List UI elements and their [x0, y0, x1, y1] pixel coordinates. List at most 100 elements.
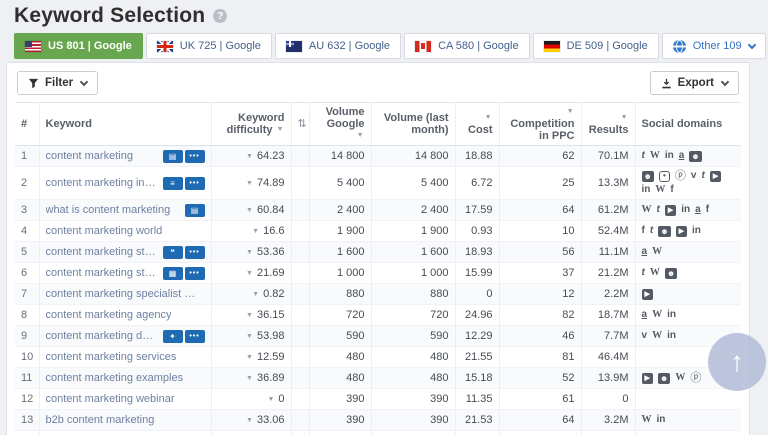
- keyword-link[interactable]: content marketing: [46, 150, 133, 162]
- competition-value: 25: [499, 166, 582, 200]
- keyword-selection-screen: Keyword Selection US 801 | Google UK 725…: [0, 0, 768, 435]
- tab-label: UK 725 | Google: [179, 40, 261, 52]
- keyword-link[interactable]: content marketing agency: [46, 309, 172, 321]
- volume-value: 2 400: [309, 199, 372, 221]
- keyword-link[interactable]: content marketing institute: [46, 177, 159, 189]
- snippet-badge-icon[interactable]: ▤: [162, 149, 183, 163]
- volume-last-value: 14 800: [371, 145, 456, 167]
- filter-dropdown-icon[interactable]: ▼: [357, 130, 364, 142]
- cost-value: 18.93: [455, 241, 500, 263]
- col-header-cost[interactable]: ▼ Cost: [455, 102, 500, 146]
- table-toolbar: Filter Export: [15, 63, 741, 102]
- reddit-icon: ☻: [658, 225, 671, 237]
- keyword-row: 9 content marketing definition ✦••• ▼53.…: [15, 325, 741, 347]
- col-header-results[interactable]: ▼ Results: [581, 102, 636, 146]
- col-header-volume[interactable]: Volume Google ▼: [309, 102, 372, 146]
- results-value: 61.2M: [581, 199, 636, 221]
- export-button[interactable]: Export: [649, 71, 739, 95]
- volume-last-value: 2 400: [371, 199, 456, 221]
- social-icons: a Win: [642, 309, 736, 321]
- filter-dropdown-icon[interactable]: ▼: [567, 106, 574, 118]
- keyword-row: 8 content marketing agency ▼ 36.15 720 72…: [15, 304, 741, 326]
- globe-flag-icon: [672, 39, 686, 53]
- filter-dropdown-icon[interactable]: ▼: [277, 124, 284, 136]
- row-number: 14: [15, 430, 40, 435]
- keywords-table: # Keyword Keyword difficulty ▼ ⇅ Volume …: [15, 102, 741, 435]
- col-header-keyword[interactable]: Keyword: [39, 102, 212, 146]
- keyword-link[interactable]: content marketing strategies: [46, 246, 159, 258]
- youtube-icon: ▶: [664, 204, 677, 216]
- chevron-down-icon: [747, 40, 756, 49]
- chat-badge-icon[interactable]: ❝: [162, 245, 183, 259]
- wikipedia-icon: W: [652, 330, 663, 341]
- col-header-social[interactable]: Social domains: [635, 102, 741, 146]
- competition-value: 10: [499, 220, 582, 242]
- filter-button[interactable]: Filter: [17, 71, 99, 95]
- results-value: 16.4M: [581, 430, 636, 435]
- linkedin-icon: in: [656, 414, 666, 425]
- competition-value: 61: [499, 388, 582, 410]
- tab-uk[interactable]: UK 725 | Google: [145, 33, 272, 59]
- sort-icon[interactable]: ⇅: [298, 118, 307, 130]
- keyword-link[interactable]: what is content marketing: [46, 204, 171, 216]
- competition-value: 80: [499, 430, 582, 435]
- more-options-badge[interactable]: •••: [184, 329, 205, 343]
- tab-ca[interactable]: CA 580 | Google: [404, 33, 530, 59]
- filter-dropdown-icon[interactable]: ▼: [485, 112, 492, 124]
- amazon-icon: a: [695, 204, 701, 215]
- difficulty-value: 0.82: [263, 288, 285, 300]
- row-number: 8: [15, 304, 40, 326]
- col-header-sort[interactable]: ⇅: [291, 102, 310, 146]
- de-flag-icon: [543, 40, 560, 52]
- download-icon: [661, 78, 672, 89]
- education-badge-icon[interactable]: ✦: [162, 329, 183, 343]
- cost-value: 11.35: [455, 388, 500, 410]
- difficulty-value: 36.89: [256, 372, 285, 384]
- keyword-link[interactable]: content marketing specialist salary: [46, 288, 201, 300]
- help-icon[interactable]: [213, 9, 228, 23]
- more-options-badge[interactable]: •••: [184, 149, 205, 163]
- keyword-link[interactable]: content marketing definition: [46, 330, 159, 342]
- image-badge-icon[interactable]: ▦: [162, 266, 183, 280]
- difficulty-value: 36.15: [256, 309, 285, 321]
- difficulty-arrow-icon: ▼: [267, 396, 275, 403]
- col-header-volume-last[interactable]: Volume (last month): [371, 102, 456, 146]
- row-number: 12: [15, 388, 40, 410]
- scroll-to-top-button[interactable]: [708, 333, 766, 391]
- cost-value: 0: [455, 283, 500, 305]
- tab-au[interactable]: AU 632 | Google: [274, 33, 402, 59]
- more-options-badge[interactable]: •••: [184, 266, 205, 280]
- more-options-badge[interactable]: •••: [184, 245, 205, 259]
- row-number: 5: [15, 241, 40, 263]
- keyword-row: 5 content marketing strategies ❝••• ▼53.…: [15, 241, 741, 263]
- keyword-link[interactable]: content marketing services: [46, 351, 177, 363]
- snippet-badge-icon[interactable]: ▤: [184, 203, 205, 217]
- keyword-link[interactable]: content marketing strategy: [46, 267, 159, 279]
- col-header-number[interactable]: #: [15, 102, 40, 146]
- filter-dropdown-icon[interactable]: ▼: [621, 112, 628, 124]
- difficulty-arrow-icon: ▼: [246, 375, 253, 382]
- more-options-badge[interactable]: •••: [184, 176, 205, 190]
- keyword-link[interactable]: content marketing examples: [46, 372, 184, 384]
- competition-value: 81: [499, 346, 582, 368]
- difficulty-arrow-icon: ▼: [246, 333, 253, 340]
- volume-value: 720: [309, 304, 372, 326]
- keyword-link[interactable]: content marketing webinar: [46, 393, 175, 405]
- difficulty-value: 33.06: [256, 414, 285, 426]
- col-header-competition[interactable]: ▼ Competition in PPC: [499, 102, 582, 146]
- pinterest-icon: ⓟ: [674, 170, 686, 182]
- col-header-difficulty[interactable]: Keyword difficulty ▼: [211, 102, 292, 146]
- keyword-link[interactable]: content marketing world: [46, 225, 163, 237]
- keyword-row: 4 content marketing world ▼ 16.6 1 900 1 …: [15, 220, 741, 242]
- country-tab-bar: US 801 | Google UK 725 | Google AU 632 |…: [14, 33, 766, 59]
- cost-value: 21.55: [455, 346, 500, 368]
- tab-de[interactable]: DE 509 | Google: [532, 33, 659, 59]
- volume-last-value: 320: [371, 430, 456, 435]
- competition-value: 56: [499, 241, 582, 263]
- twitter-icon: t: [641, 267, 645, 278]
- tab-us[interactable]: US 801 | Google: [14, 33, 143, 59]
- keyword-link[interactable]: b2b content marketing: [46, 414, 155, 426]
- youtube-icon: ▶: [641, 372, 653, 384]
- document-badge-icon[interactable]: ≡: [162, 176, 183, 190]
- tab-globe[interactable]: Other 109: [661, 33, 766, 59]
